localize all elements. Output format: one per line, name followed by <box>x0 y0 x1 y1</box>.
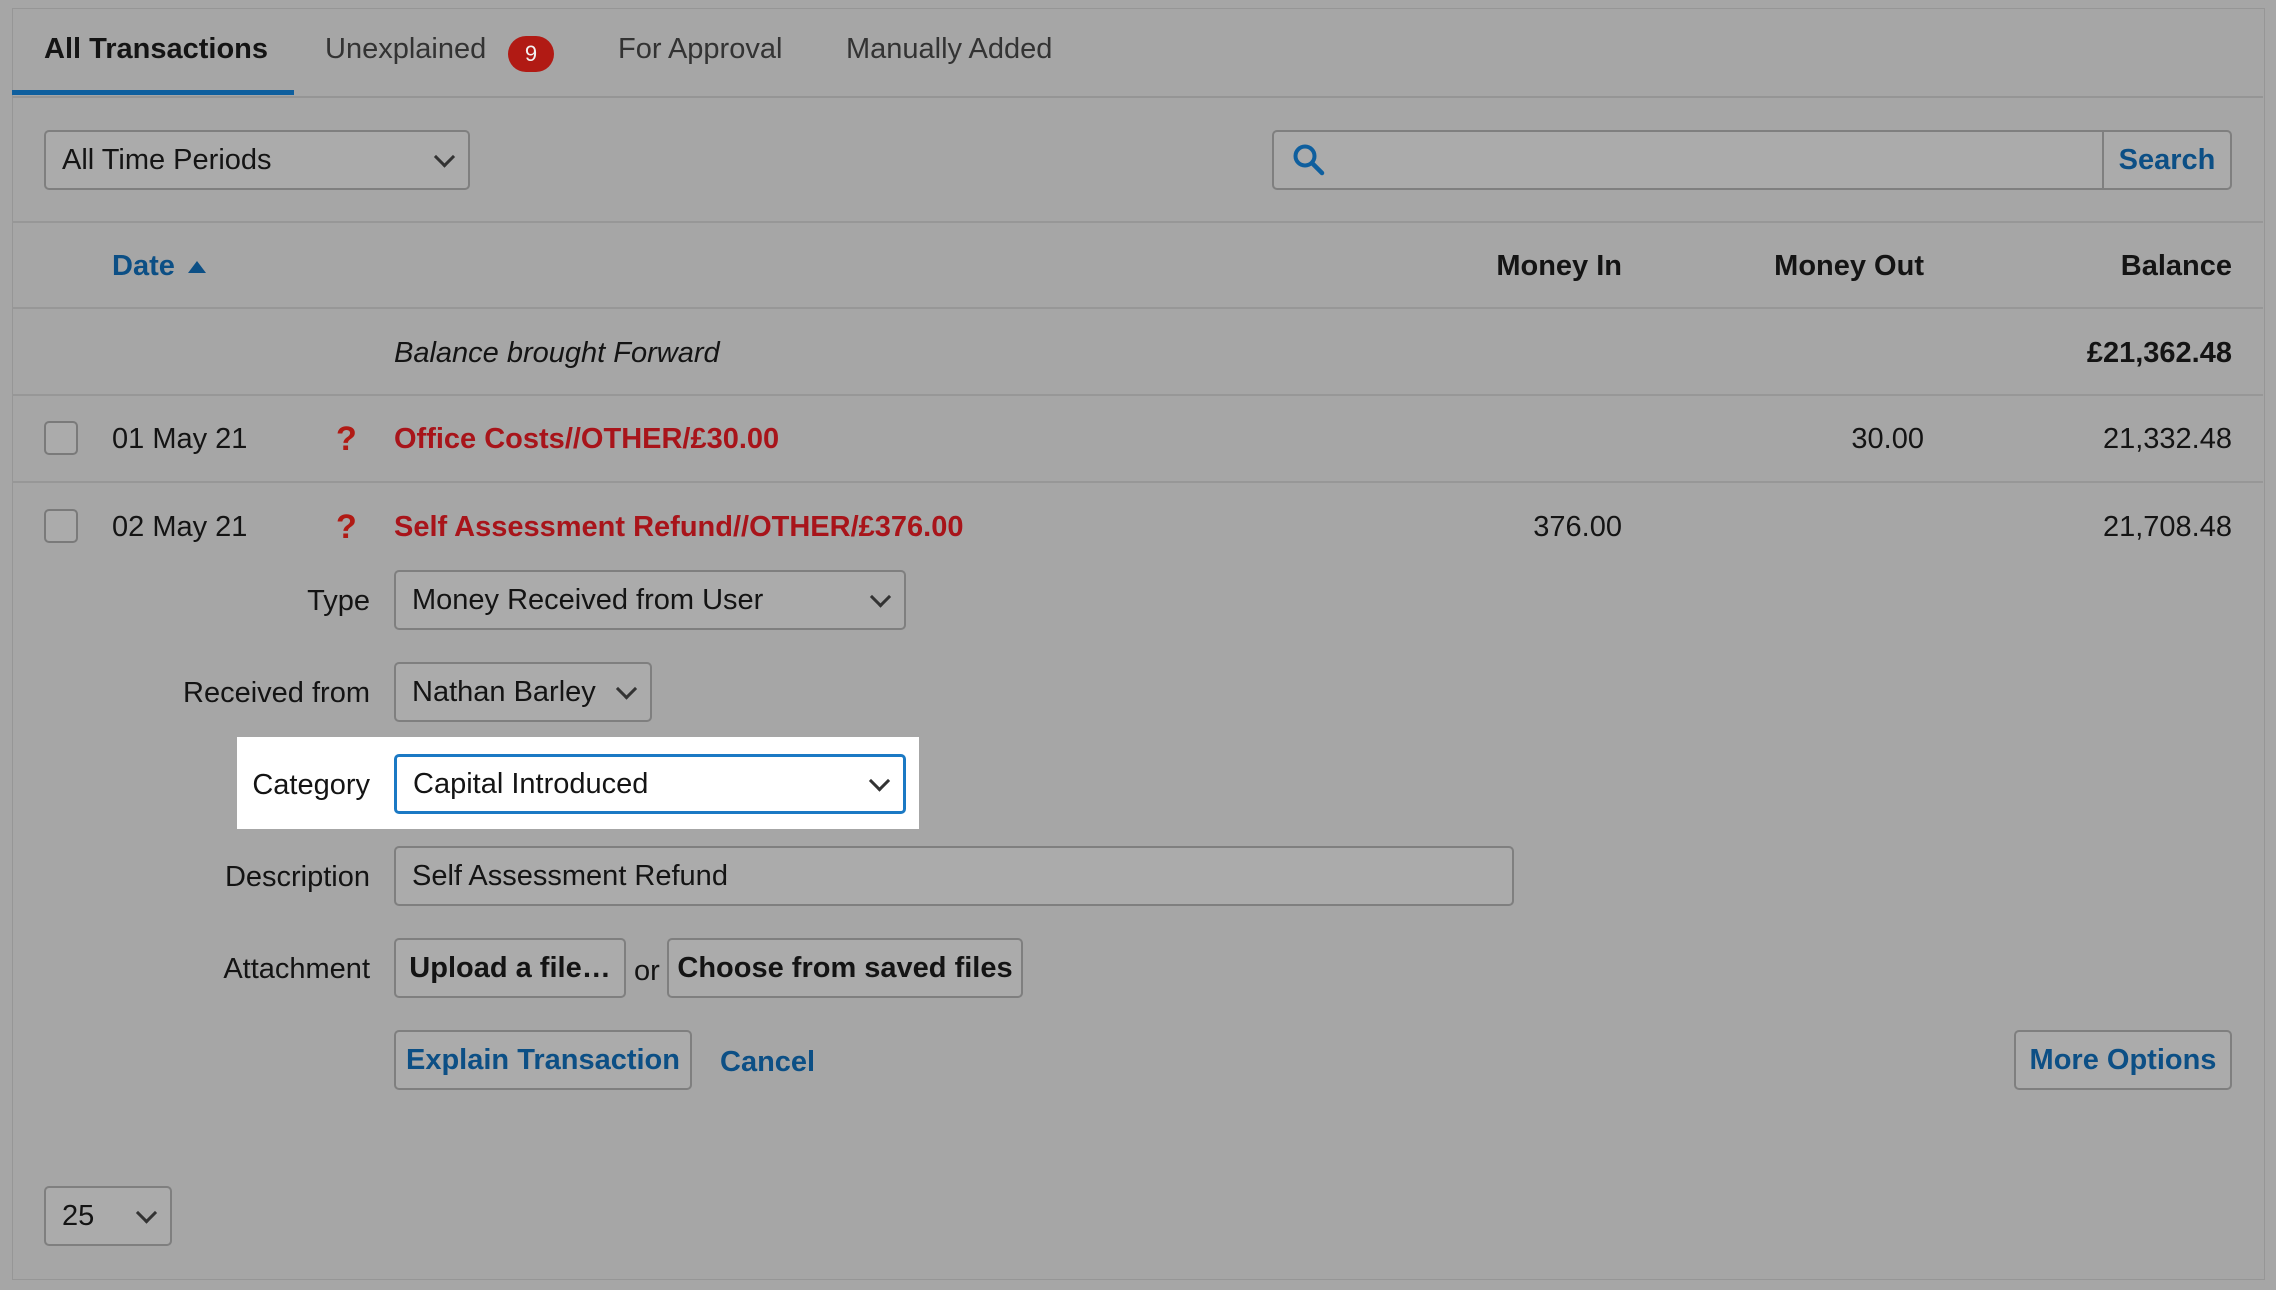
description-input-value: Self Assessment Refund <box>412 859 728 892</box>
row-money-out: 30.00 <box>1851 423 1924 455</box>
money-out-column-header: Money Out <box>1774 250 1924 282</box>
description-input[interactable]: Self Assessment Refund <box>394 846 1514 906</box>
choose-saved-files-button[interactable]: Choose from saved files <box>667 938 1023 998</box>
upload-file-button[interactable]: Upload a file… <box>394 938 626 998</box>
type-select-value: Money Received from User <box>412 583 764 616</box>
search-button[interactable]: Search <box>2102 130 2232 190</box>
tab-all-transactions[interactable]: All Transactions <box>44 33 268 66</box>
received-from-select[interactable]: Nathan Barley <box>394 662 652 722</box>
per-page-value: 25 <box>62 1199 95 1232</box>
per-page-select[interactable]: 25 <box>44 1186 172 1246</box>
category-select[interactable]: Capital Introduced <box>394 754 906 814</box>
row-balance: 21,332.48 <box>2102 423 2232 455</box>
chevron-down-icon <box>615 678 638 700</box>
row-money-in: 376.00 <box>1533 511 1622 543</box>
row-checkbox[interactable] <box>44 421 78 455</box>
description-label: Description <box>224 861 370 893</box>
balance-column-header: Balance <box>2120 250 2232 282</box>
type-select[interactable]: Money Received from User <box>394 570 906 630</box>
received-from-value: Nathan Barley <box>412 675 596 708</box>
time-period-value: All Time Periods <box>62 143 272 176</box>
money-in-column-header: Money In <box>1496 250 1622 282</box>
transaction-title-link[interactable]: Self Assessment Refund//OTHER/£376.00 <box>394 511 963 544</box>
type-label: Type <box>307 585 370 617</box>
balance-brought-forward-label: Balance brought Forward <box>394 337 720 369</box>
row-checkbox[interactable] <box>44 509 78 543</box>
more-options-button[interactable]: More Options <box>2014 1030 2232 1090</box>
or-text: or <box>634 955 660 987</box>
unexplained-question-icon: ? <box>336 508 357 546</box>
unexplained-count-badge: 9 <box>508 36 554 72</box>
search-input[interactable] <box>1272 130 2104 190</box>
row-divider <box>12 481 2263 483</box>
time-period-select[interactable]: All Time Periods <box>44 130 470 190</box>
tab-manually-added[interactable]: Manually Added <box>846 33 1052 66</box>
balance-brought-forward-value: £21,362.48 <box>2086 337 2232 369</box>
chevron-down-icon <box>869 586 892 608</box>
row-divider <box>12 394 2263 396</box>
tabs-divider <box>12 96 2263 98</box>
tab-for-approval[interactable]: For Approval <box>618 33 782 66</box>
chevron-down-icon <box>433 146 456 168</box>
attachment-label: Attachment <box>223 953 370 985</box>
transactions-panel <box>12 8 2265 1280</box>
row-date: 02 May 21 <box>112 511 248 543</box>
chevron-down-icon <box>868 770 891 792</box>
unexplained-question-icon: ? <box>336 420 357 458</box>
date-header-label: Date <box>112 250 175 282</box>
transaction-title-link[interactable]: Office Costs//OTHER/£30.00 <box>394 423 779 456</box>
chevron-down-icon <box>135 1202 158 1224</box>
category-label: Category <box>252 769 370 801</box>
search-icon <box>1293 144 1325 176</box>
tab-unexplained[interactable]: Unexplained <box>325 33 486 66</box>
received-from-label: Received from <box>183 677 370 709</box>
explain-transaction-button[interactable]: Explain Transaction <box>394 1030 692 1090</box>
active-tab-indicator <box>12 90 294 95</box>
row-date: 01 May 21 <box>112 423 248 455</box>
sort-ascending-icon <box>187 261 206 274</box>
category-select-value: Capital Introduced <box>413 767 649 800</box>
date-column-header[interactable]: Date <box>112 250 207 283</box>
cancel-link[interactable]: Cancel <box>720 1046 815 1079</box>
header-divider <box>12 307 2263 309</box>
filter-divider <box>12 221 2263 223</box>
row-balance: 21,708.48 <box>2102 511 2232 543</box>
